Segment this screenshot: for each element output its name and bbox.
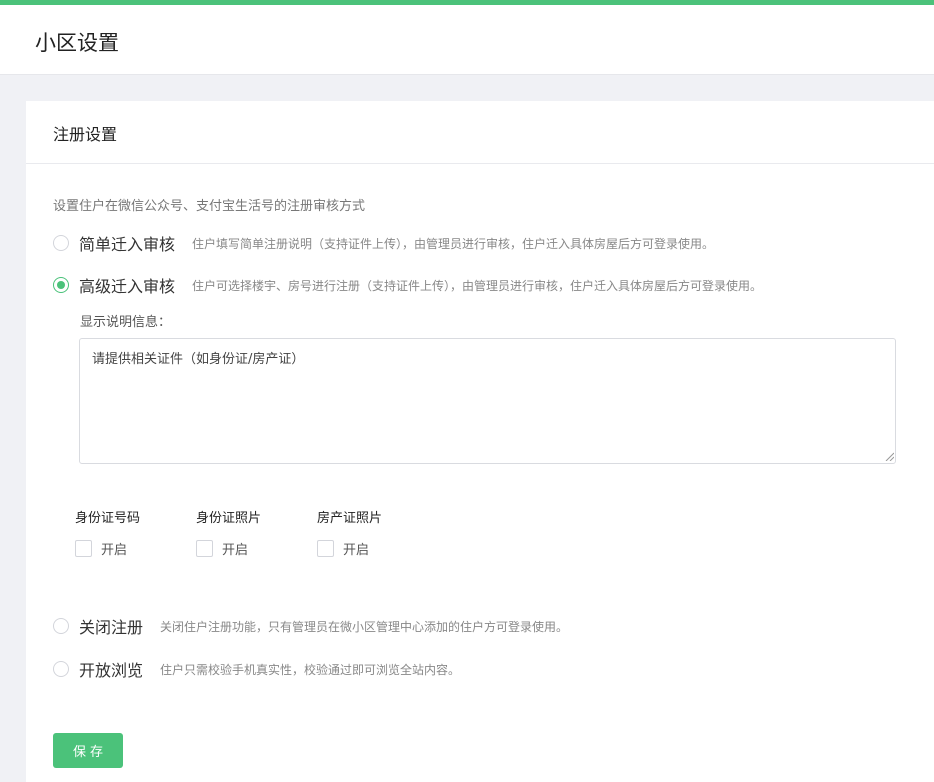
- info-textarea[interactable]: 请提供相关证件（如身份证/房产证）: [79, 338, 896, 464]
- option-hint: 住户只需校验手机真实性，校验通过即可浏览全站内容。: [160, 662, 461, 677]
- option-close-registration[interactable]: 关闭注册 关闭住户注册功能，只有管理员在微小区管理中心添加的住户方可登录使用。: [53, 615, 568, 637]
- check-group-id-number: 身份证号码 开启: [75, 507, 196, 558]
- page-header: 小区设置: [0, 5, 934, 75]
- check-title: 身份证照片: [196, 511, 262, 526]
- option-label: 高级迁入审核: [79, 277, 176, 296]
- check-row[interactable]: 开启: [317, 539, 438, 558]
- page-title: 小区设置: [35, 31, 119, 55]
- option-hint: 住户可选择楼宇、房号进行注册（支持证件上传），由管理员进行审核，住户迁入具体房屋…: [192, 278, 763, 293]
- option-hint: 住户填写简单注册说明（支持证件上传），由管理员进行审核，住户迁入具体房屋后方可登…: [192, 236, 715, 251]
- radio-simple-review[interactable]: [53, 235, 69, 251]
- info-label: 显示说明信息：: [80, 315, 172, 330]
- check-row[interactable]: 开启: [196, 539, 317, 558]
- option-open-browsing[interactable]: 开放浏览 住户只需校验手机真实性，校验通过即可浏览全站内容。: [53, 658, 460, 680]
- registration-settings-card: 注册设置 设置住户在微信公众号、支付宝生活号的注册审核方式 简单迁入审核 住户填…: [26, 101, 934, 782]
- document-checks: 身份证号码 开启 身份证照片 开启 房产证照片 开启: [75, 507, 438, 558]
- option-advanced-review[interactable]: 高级迁入审核 住户可选择楼宇、房号进行注册（支持证件上传），由管理员进行审核，住…: [53, 274, 762, 296]
- option-label: 简单迁入审核: [79, 235, 176, 254]
- check-label: 开启: [222, 543, 249, 558]
- option-hint: 关闭住户注册功能，只有管理员在微小区管理中心添加的住户方可登录使用。: [160, 619, 569, 634]
- radio-close-registration[interactable]: [53, 618, 69, 634]
- checkbox-id-photo[interactable]: [196, 540, 213, 557]
- section-description: 设置住户在微信公众号、支付宝生活号的注册审核方式: [53, 199, 366, 214]
- option-simple-review[interactable]: 简单迁入审核 住户填写简单注册说明（支持证件上传），由管理员进行审核，住户迁入具…: [53, 232, 714, 254]
- radio-open-browsing[interactable]: [53, 661, 69, 677]
- check-label: 开启: [101, 543, 128, 558]
- check-label: 开启: [343, 543, 370, 558]
- check-group-property-photo: 房产证照片 开启: [317, 507, 438, 558]
- checkbox-property-photo[interactable]: [317, 540, 334, 557]
- save-button[interactable]: 保存: [53, 733, 123, 768]
- radio-advanced-review[interactable]: [53, 277, 69, 293]
- check-title: 身份证号码: [75, 511, 141, 526]
- card-title: 注册设置: [26, 101, 934, 164]
- check-title: 房产证照片: [317, 511, 383, 526]
- check-group-id-photo: 身份证照片 开启: [196, 507, 317, 558]
- check-row[interactable]: 开启: [75, 539, 196, 558]
- option-label: 关闭注册: [79, 618, 144, 637]
- option-label: 开放浏览: [79, 661, 144, 680]
- checkbox-id-number[interactable]: [75, 540, 92, 557]
